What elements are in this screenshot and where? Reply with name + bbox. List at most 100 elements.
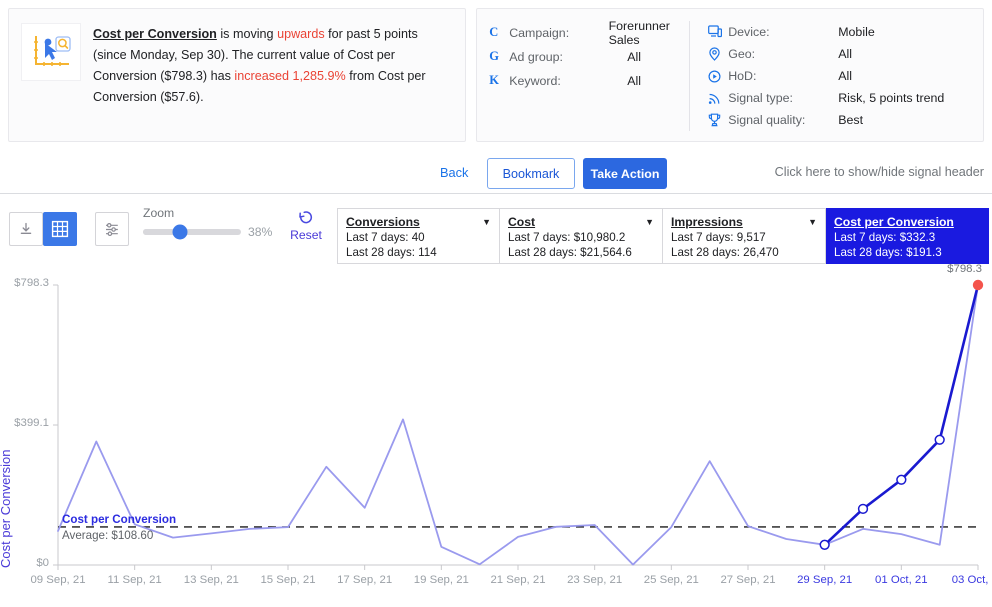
signal-detail-page: Cost per Conversion is moving upwards fo… [0, 0, 992, 607]
metric-last7: Last 7 days: $10,980.2 [508, 231, 626, 244]
detail-row-signal-quality: Signal quality: Best [708, 110, 944, 131]
x-axis-tick-label: 03 Oct, 21 [951, 574, 992, 586]
metric-last7: Last 7 days: $332.3 [834, 231, 936, 244]
zoom-label: Zoom [143, 206, 175, 220]
summary-metric-link[interactable]: Cost per Conversion [93, 27, 217, 41]
detail-row-adgroup: G Ad group: All [489, 45, 689, 68]
zoom-slider[interactable] [143, 224, 241, 240]
metric-last7: Last 7 days: 40 [346, 231, 425, 244]
take-action-button[interactable]: Take Action [583, 158, 667, 189]
chevron-down-icon[interactable]: ▼ [482, 217, 491, 227]
summary-direction: upwards [277, 27, 325, 41]
x-axis-tick-label: 15 Sep, 21 [260, 574, 316, 586]
signal-waves-icon [708, 92, 728, 105]
metric-tabs: Conversions Last 7 days: 40 Last 28 days… [337, 208, 989, 264]
device-icon [708, 25, 728, 38]
detail-row-geo: Geo: All [708, 43, 944, 64]
average-line-value: Average: $108.60 [62, 528, 154, 542]
zoom-slider-thumb[interactable] [172, 224, 188, 240]
metric-tab-cost-per-conversion[interactable]: Cost per Conversion Last 7 days: $332.3 … [826, 208, 989, 264]
x-axis-tick-label: 23 Sep, 21 [567, 574, 623, 586]
metric-tab-label: Conversions [346, 215, 420, 229]
detail-label: Device: [728, 24, 770, 39]
metric-last7: Last 7 days: 9,517 [671, 231, 766, 244]
zoom-control-group: Zoom 38% [143, 206, 293, 240]
signal-summary-text: Cost per Conversion is moving upwards fo… [93, 23, 453, 127]
detail-value: Mobile [838, 24, 875, 39]
detail-label: Signal quality: [728, 113, 806, 128]
x-axis-tick-label: 21 Sep, 21 [490, 574, 546, 586]
detail-label: Campaign: [509, 25, 570, 40]
y-axis-tick-label: $0 [36, 557, 49, 569]
chart-cursor-search-icon [21, 23, 81, 81]
endpoint-value-label: $798.3 [947, 263, 982, 275]
reset-zoom-button[interactable]: Reset [285, 210, 327, 242]
back-button[interactable]: Back [440, 165, 468, 180]
x-axis-tick-label: 17 Sep, 21 [337, 574, 393, 586]
signal-header: Cost per Conversion is moving upwards fo… [0, 0, 992, 150]
detail-row-keyword: K Keyword: All [489, 69, 689, 92]
metric-tab-cost[interactable]: Cost Last 7 days: $10,980.2 Last 28 days… [500, 208, 663, 264]
table-grid-icon[interactable] [43, 212, 77, 246]
metric-last28: Last 28 days: $21,564.6 [508, 246, 632, 259]
detail-value: Best [838, 113, 864, 128]
metric-tab-label: Cost per Conversion [834, 215, 954, 229]
metric-tab-label: Cost [508, 215, 536, 229]
summary-change: increased 1,285.9% [234, 69, 346, 83]
detail-value: All [838, 46, 852, 61]
zoom-percent-value: 38% [248, 225, 273, 239]
detail-label: Ad group: [509, 49, 563, 64]
reset-rotate-icon [285, 210, 327, 226]
header-divider [0, 193, 992, 194]
x-axis-tick-label: 01 Oct, 21 [875, 574, 928, 586]
x-axis-tick-label: 25 Sep, 21 [643, 574, 699, 586]
bookmark-button[interactable]: Bookmark [487, 158, 575, 189]
signal-summary-card: Cost per Conversion is moving upwards fo… [8, 8, 467, 142]
x-axis-tick-label: 27 Sep, 21 [720, 574, 776, 586]
summary-part-1: is moving [216, 27, 278, 41]
action-bar: Back Bookmark Take Action Click here to … [0, 150, 992, 194]
cost-per-conversion-chart: Cost per Conversion $798.3 $399.1 $0 09 Sep… [0, 263, 992, 607]
zoom-slider-row: 38% [143, 224, 293, 240]
geo-pin-icon [708, 47, 728, 61]
x-axis-tick-label: 29 Sep, 21 [797, 574, 853, 586]
detail-value: All [627, 73, 641, 88]
adgroup-g-icon: G [489, 49, 499, 63]
clock-hod-icon [708, 69, 728, 83]
metric-last28: Last 28 days: 114 [346, 246, 437, 259]
campaign-c-icon: C [489, 25, 499, 39]
keyword-k-icon: K [489, 73, 499, 87]
metric-last28: Last 28 days: $191.3 [834, 246, 942, 259]
detail-label: Geo: [728, 46, 756, 61]
metric-last28: Last 28 days: 26,470 [671, 246, 779, 259]
details-column-left: C Campaign: Forerunner Sales G Ad group:… [489, 18, 689, 131]
detail-row-device: Device: Mobile [708, 21, 944, 42]
detail-label: Signal type: [728, 91, 793, 106]
x-axis-tick-label: 19 Sep, 21 [413, 574, 469, 586]
sliders-settings-icon[interactable] [95, 212, 129, 246]
y-axis-tick-label: $798.3 [14, 277, 49, 289]
metric-tab-conversions[interactable]: Conversions Last 7 days: 40 Last 28 days… [337, 208, 500, 264]
metric-tab-impressions[interactable]: Impressions Last 7 days: 9,517 Last 28 d… [663, 208, 826, 264]
y-axis-tick-label: $399.1 [14, 417, 49, 430]
x-axis-tick-label: 09 Sep, 21 [30, 574, 86, 586]
x-axis-tick-label: 11 Sep, 21 [107, 574, 162, 586]
detail-value: Forerunner Sales [608, 18, 670, 47]
details-column-right: Device: Mobile Geo: All HoD: All Signal … [689, 21, 944, 131]
chevron-down-icon[interactable]: ▼ [645, 217, 654, 227]
detail-value: Risk, 5 points trend [838, 91, 945, 106]
detail-row-hod: HoD: All [708, 65, 944, 86]
reset-label: Reset [290, 228, 322, 242]
detail-row-campaign: C Campaign: Forerunner Sales [489, 18, 689, 47]
download-icon[interactable] [9, 212, 43, 246]
detail-label: HoD: [728, 69, 757, 83]
detail-value: All [627, 49, 641, 64]
chevron-down-icon[interactable]: ▼ [808, 217, 817, 227]
detail-row-signal-type: Signal type: Risk, 5 points trend [708, 88, 944, 109]
average-line-label: Cost per Conversion [62, 512, 177, 526]
detail-label: Keyword: [509, 73, 561, 88]
chart-plot-svg [53, 279, 984, 570]
signal-details-card: C Campaign: Forerunner Sales G Ad group:… [476, 8, 984, 142]
detail-value: All [838, 69, 852, 83]
toggle-signal-header-link[interactable]: Click here to show/hide signal header [775, 165, 984, 179]
